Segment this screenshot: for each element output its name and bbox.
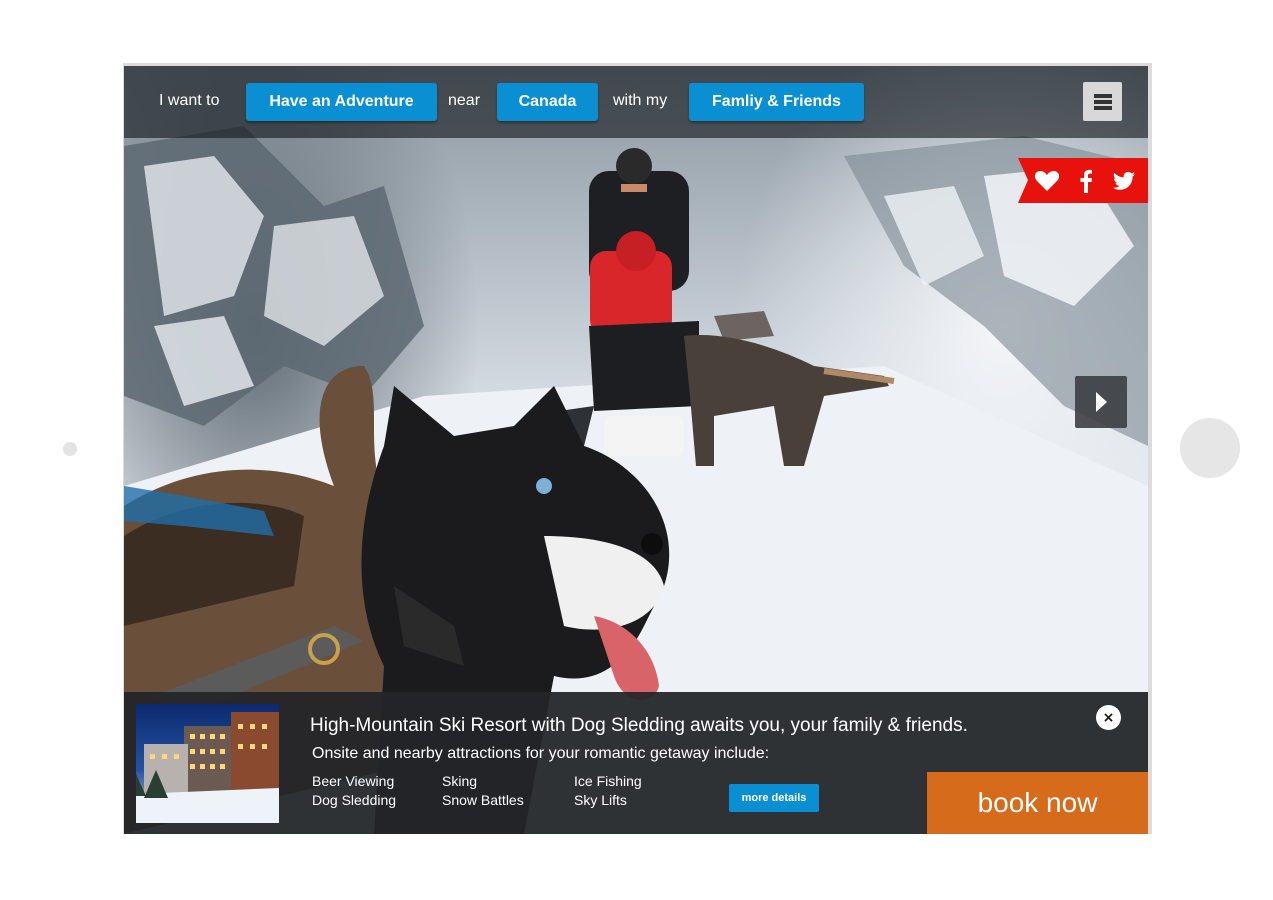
location-dropdown[interactable]: Canada xyxy=(497,83,598,121)
attraction-item: Sky Lifts xyxy=(574,792,627,808)
more-details-button[interactable]: more details xyxy=(729,784,819,812)
attraction-item: Sking xyxy=(442,773,478,789)
carousel-next-indicator xyxy=(1180,418,1240,478)
intent-prefix-text: I want to xyxy=(159,92,220,109)
activity-dropdown[interactable]: Have an Adventure xyxy=(246,83,437,121)
attraction-item: Snow Battles xyxy=(442,792,524,808)
next-slide-button[interactable] xyxy=(1075,376,1127,428)
book-now-button[interactable]: book now xyxy=(927,772,1148,834)
near-text: near xyxy=(448,92,481,109)
twitter-share-button[interactable] xyxy=(1109,166,1139,196)
attraction-item: Beer Viewing xyxy=(312,773,395,789)
heart-icon xyxy=(1034,171,1060,191)
close-icon: × xyxy=(1102,709,1115,726)
company-dropdown[interactable]: Famliy & Friends xyxy=(689,83,864,121)
attraction-item: Dog Sledding xyxy=(312,792,397,808)
offer-subtitle: Onsite and nearby attractions for your r… xyxy=(312,745,770,762)
with-text: with my xyxy=(613,92,668,109)
attraction-item: Ice Fishing xyxy=(574,773,642,789)
social-share-bar xyxy=(1018,158,1148,203)
resort-building-image xyxy=(136,704,279,823)
resort-thumbnail[interactable] xyxy=(136,704,279,823)
favorite-button[interactable] xyxy=(1032,166,1062,196)
chevron-right-icon xyxy=(1096,392,1107,412)
menu-icon xyxy=(1093,93,1112,110)
carousel-prev-indicator xyxy=(63,442,77,456)
offer-title: High-Mountain Ski Resort with Dog Sleddi… xyxy=(310,715,968,736)
menu-button[interactable] xyxy=(1083,82,1122,121)
facebook-icon xyxy=(1080,169,1092,193)
twitter-icon xyxy=(1113,172,1135,190)
facebook-share-button[interactable] xyxy=(1071,166,1101,196)
close-panel-button[interactable]: × xyxy=(1096,705,1121,730)
